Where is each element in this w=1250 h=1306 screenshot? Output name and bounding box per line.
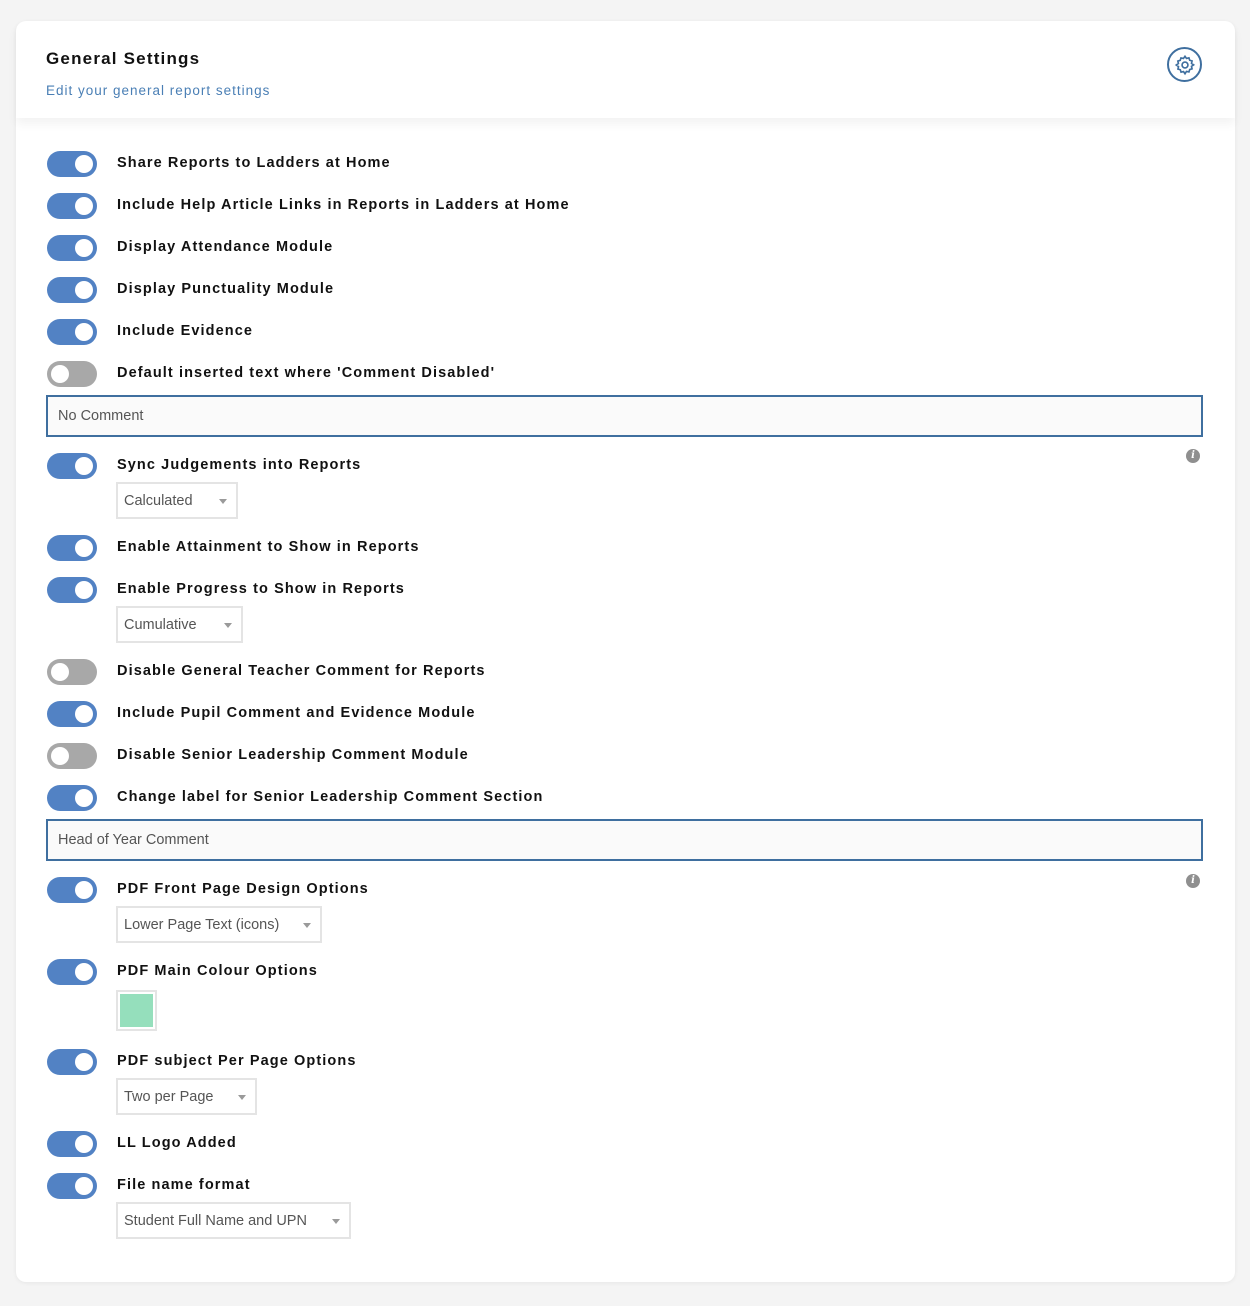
toggle-knob xyxy=(51,747,69,765)
setting-label: Include Pupil Comment and Evidence Modul… xyxy=(117,705,476,721)
toggle-subject-per-page[interactable] xyxy=(47,1049,97,1075)
select-value: Lower Page Text (icons) xyxy=(124,917,280,933)
setting-label: Enable Attainment to Show in Reports xyxy=(117,539,420,555)
toggle-knob xyxy=(75,239,93,257)
toggle-file-name-format[interactable] xyxy=(47,1173,97,1199)
sync-judgements-select[interactable]: Calculated xyxy=(116,482,238,519)
settings-button[interactable] xyxy=(1167,47,1202,82)
toggle-default-inserted-text[interactable] xyxy=(47,361,97,387)
setting-row-subject-per-page: PDF subject Per Page Options xyxy=(16,1049,1235,1075)
setting-row-ll-logo: LL Logo Added xyxy=(16,1131,1235,1157)
setting-label: PDF Front Page Design Options xyxy=(117,881,369,897)
toggle-knob xyxy=(75,323,93,341)
setting-label: Display Attendance Module xyxy=(117,239,334,255)
setting-label: PDF subject Per Page Options xyxy=(117,1053,357,1069)
progress-select[interactable]: Cumulative xyxy=(116,606,243,643)
toggle-knob xyxy=(75,1177,93,1195)
setting-label: PDF Main Colour Options xyxy=(117,963,318,979)
setting-label: Disable Senior Leadership Comment Module xyxy=(117,747,469,763)
setting-row-attendance-module: Display Attendance Module xyxy=(16,235,1235,261)
toggle-knob xyxy=(51,365,69,383)
toggle-front-page-design[interactable] xyxy=(47,877,97,903)
caret-down-icon xyxy=(224,623,232,628)
toggle-knob xyxy=(75,881,93,899)
setting-row-disable-teacher-comment: Disable General Teacher Comment for Repo… xyxy=(16,659,1235,685)
toggle-ll-logo[interactable] xyxy=(47,1131,97,1157)
toggle-knob xyxy=(75,963,93,981)
caret-down-icon xyxy=(238,1095,246,1100)
caret-down-icon xyxy=(303,923,311,928)
setting-label: Include Help Article Links in Reports in… xyxy=(117,197,570,213)
toggle-knob xyxy=(51,663,69,681)
toggle-pupil-comment[interactable] xyxy=(47,701,97,727)
toggle-include-evidence[interactable] xyxy=(47,319,97,345)
toggle-knob xyxy=(75,281,93,299)
setting-label: Default inserted text where 'Comment Dis… xyxy=(117,365,496,381)
setting-row-help-article-links: Include Help Article Links in Reports in… xyxy=(16,193,1235,219)
toggle-help-article-links[interactable] xyxy=(47,193,97,219)
gear-icon xyxy=(1174,54,1195,75)
setting-row-attainment: Enable Attainment to Show in Reports xyxy=(16,535,1235,561)
setting-row-pupil-comment: Include Pupil Comment and Evidence Modul… xyxy=(16,701,1235,727)
setting-row-default-inserted-text: Default inserted text where 'Comment Dis… xyxy=(16,361,1235,387)
info-icon[interactable]: i xyxy=(1186,449,1200,463)
setting-row-sync-judgements: Sync Judgements into Reports i xyxy=(16,449,1235,479)
setting-row-main-colour: PDF Main Colour Options xyxy=(16,959,1235,985)
toggle-share-reports[interactable] xyxy=(47,151,97,177)
toggle-knob xyxy=(75,789,93,807)
toggle-progress[interactable] xyxy=(47,577,97,603)
select-value: Cumulative xyxy=(124,617,197,633)
toggle-knob xyxy=(75,539,93,557)
select-value: Calculated xyxy=(124,493,193,509)
setting-label: LL Logo Added xyxy=(117,1135,237,1151)
page-subtitle: Edit your general report settings xyxy=(46,83,271,98)
page-title: General Settings xyxy=(46,49,201,68)
colour-swatch xyxy=(120,994,153,1027)
toggle-attendance-module[interactable] xyxy=(47,235,97,261)
toggle-sync-judgements[interactable] xyxy=(47,453,97,479)
toggle-knob xyxy=(75,457,93,475)
select-value: Student Full Name and UPN xyxy=(124,1213,307,1229)
setting-row-punctuality-module: Display Punctuality Module xyxy=(16,277,1235,303)
toggle-knob xyxy=(75,1135,93,1153)
setting-row-include-evidence: Include Evidence xyxy=(16,319,1235,345)
setting-row-front-page-design: PDF Front Page Design Options i xyxy=(16,874,1235,903)
subject-per-page-select[interactable]: Two per Page xyxy=(116,1078,257,1115)
file-name-format-select[interactable]: Student Full Name and UPN xyxy=(116,1202,351,1239)
caret-down-icon xyxy=(332,1219,340,1224)
setting-label: Sync Judgements into Reports xyxy=(117,457,362,473)
setting-row-slt-label: Change label for Senior Leadership Comme… xyxy=(16,785,1235,811)
toggle-knob xyxy=(75,581,93,599)
toggle-knob xyxy=(75,705,93,723)
setting-label: Share Reports to Ladders at Home xyxy=(117,155,391,171)
slt-label-input[interactable] xyxy=(46,819,1203,861)
setting-row-share-reports: Share Reports to Ladders at Home xyxy=(16,151,1235,177)
caret-down-icon xyxy=(219,499,227,504)
setting-label: Include Evidence xyxy=(117,323,254,339)
setting-row-file-name-format: File name format xyxy=(16,1173,1235,1199)
toggle-knob xyxy=(75,197,93,215)
setting-label: Change label for Senior Leadership Comme… xyxy=(117,789,544,805)
toggle-slt-label[interactable] xyxy=(47,785,97,811)
toggle-attainment[interactable] xyxy=(47,535,97,561)
setting-label: Disable General Teacher Comment for Repo… xyxy=(117,663,486,679)
setting-label: File name format xyxy=(117,1177,251,1193)
front-page-design-select[interactable]: Lower Page Text (icons) xyxy=(116,906,322,943)
setting-label: Display Punctuality Module xyxy=(117,281,335,297)
toggle-disable-teacher-comment[interactable] xyxy=(47,659,97,685)
setting-row-disable-slt-comment: Disable Senior Leadership Comment Module xyxy=(16,743,1235,769)
setting-row-progress: Enable Progress to Show in Reports xyxy=(16,577,1235,603)
setting-label: Enable Progress to Show in Reports xyxy=(117,581,405,597)
card-header: General Settings Edit your general repor… xyxy=(16,21,1235,118)
select-value: Two per Page xyxy=(124,1089,214,1105)
general-settings-card: General Settings Edit your general repor… xyxy=(16,21,1235,1282)
info-icon[interactable]: i xyxy=(1186,874,1200,888)
toggle-disable-slt-comment[interactable] xyxy=(47,743,97,769)
colour-picker[interactable] xyxy=(116,990,157,1031)
toggle-knob xyxy=(75,155,93,173)
toggle-main-colour[interactable] xyxy=(47,959,97,985)
toggle-knob xyxy=(75,1053,93,1071)
default-comment-input[interactable] xyxy=(46,395,1203,437)
toggle-punctuality-module[interactable] xyxy=(47,277,97,303)
